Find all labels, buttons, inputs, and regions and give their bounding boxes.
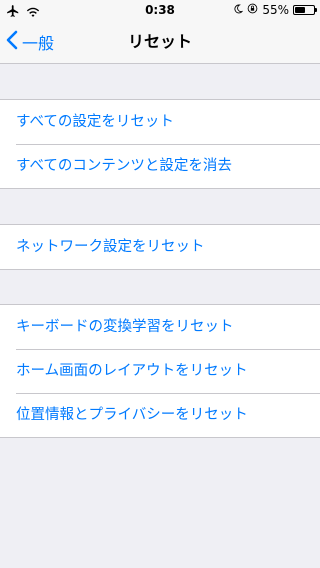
reset-all-settings-item[interactable]: すべての設定をリセット [0,100,320,144]
status-right: 55% [233,3,317,17]
reset-group-3: キーボードの変換学習をリセット ホーム画面のレイアウトをリセット 位置情報とプラ… [0,304,320,438]
erase-all-content-item[interactable]: すべてのコンテンツと設定を消去 [0,144,320,188]
reset-keyboard-dictionary-item[interactable]: キーボードの変換学習をリセット [0,305,320,349]
reset-location-privacy-item[interactable]: 位置情報とプライバシーをリセット [0,393,320,437]
reset-group-1: すべての設定をリセット すべてのコンテンツと設定を消去 [0,99,320,189]
battery-level-fill [295,7,305,13]
rotation-lock-icon [247,3,258,17]
status-bar: 0:38 55% [0,0,320,20]
battery-icon [293,5,317,15]
moon-icon [233,3,244,17]
reset-home-screen-layout-item[interactable]: ホーム画面のレイアウトをリセット [0,349,320,393]
navigation-bar: 一般 リセット [0,20,320,64]
battery-percent: 55% [262,3,289,17]
page-title: リセット [127,32,192,51]
reset-group-2: ネットワーク設定をリセット [0,224,320,270]
reset-network-settings-item[interactable]: ネットワーク設定をリセット [0,225,320,269]
